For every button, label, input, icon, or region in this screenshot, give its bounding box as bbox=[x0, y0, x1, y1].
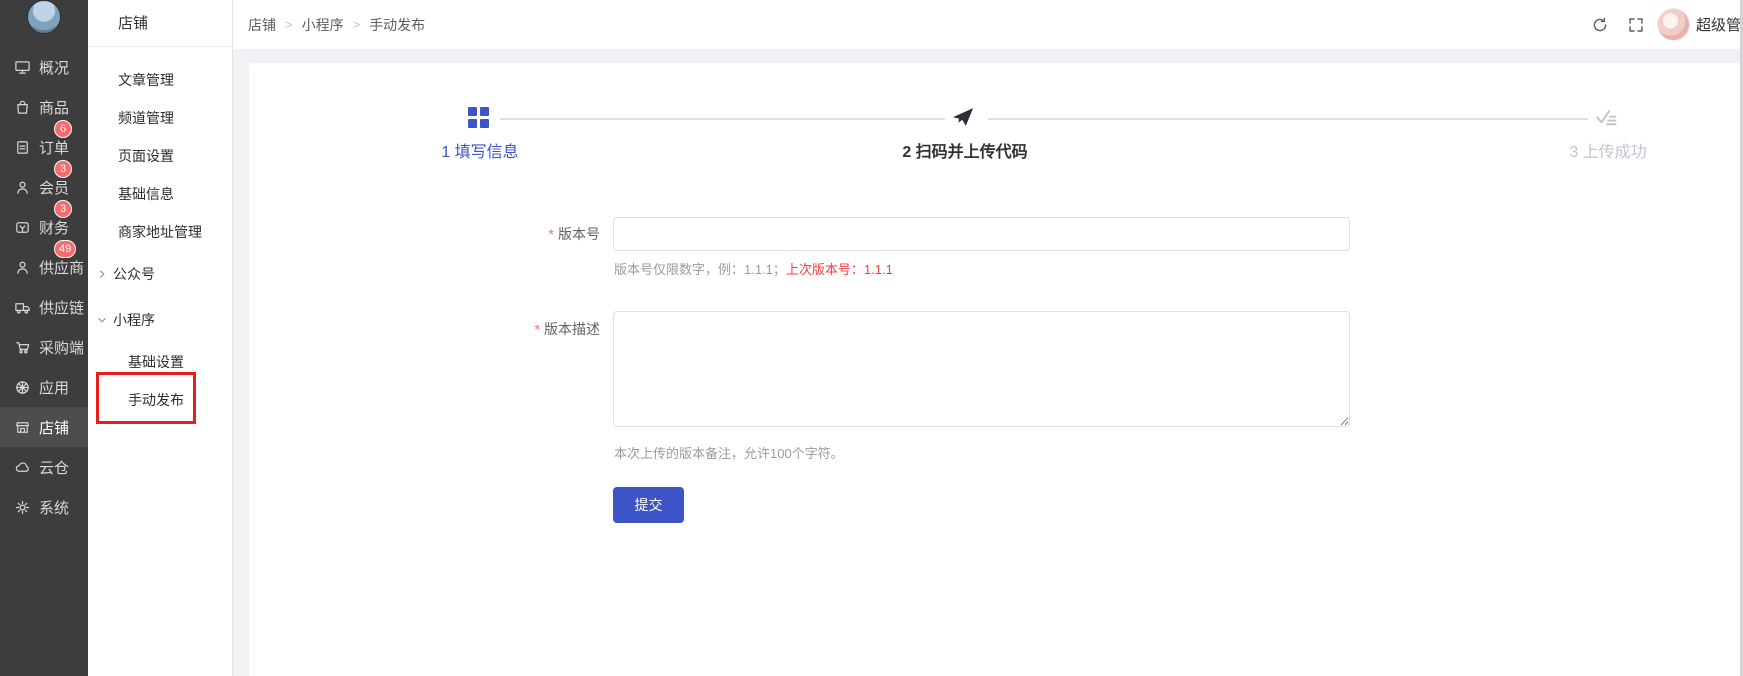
supply-chain-icon bbox=[14, 299, 31, 316]
version-hint: 版本号仅限数字，例：1.1.1；上次版本号：1.1.1 bbox=[614, 259, 893, 278]
submenu-group-mini-program[interactable]: 小程序 bbox=[88, 297, 232, 343]
step2-label: 2 扫码并上传代码 bbox=[845, 138, 1085, 162]
finance-icon bbox=[14, 219, 31, 236]
submenu-item-manual-release[interactable]: 手动发布 bbox=[88, 381, 232, 419]
chevron-down-icon bbox=[97, 315, 107, 325]
overview-icon bbox=[14, 59, 31, 76]
cloud-warehouse-icon bbox=[14, 459, 31, 476]
secondary-menu: 店铺 文章管理 频道管理 页面设置 基础信息 商家地址管理 公众号 小程序 基础… bbox=[88, 0, 233, 676]
breadcrumb: 店铺 > 小程序 > 手动发布 bbox=[248, 0, 425, 49]
version-label: *版本号 bbox=[449, 217, 600, 251]
sidebar-item-cloud-warehouse[interactable]: 云仓 bbox=[0, 447, 88, 487]
sidebar-item-label: 店铺 bbox=[39, 417, 69, 438]
primary-nav: 概况 商品 订单 6 会员 3 财务 3 bbox=[0, 47, 88, 527]
secondary-menu-title: 店铺 bbox=[88, 0, 232, 47]
step1-label: 1 填写信息 bbox=[360, 138, 600, 162]
required-asterisk: * bbox=[549, 226, 554, 242]
finance-badge: 3 bbox=[54, 200, 72, 218]
chevron-right-icon bbox=[97, 269, 107, 279]
submit-button[interactable]: 提交 bbox=[613, 487, 684, 523]
submenu-item-basic-settings[interactable]: 基础设置 bbox=[88, 343, 232, 381]
description-textarea[interactable] bbox=[613, 311, 1350, 427]
content-card: 1 填写信息 2 扫码并上传代码 3 上传成功 *版本号 版本号仅限数字，例：1… bbox=[249, 63, 1743, 676]
apps-icon bbox=[14, 379, 31, 396]
orders-badge: 6 bbox=[54, 120, 72, 138]
sidebar-item-apps[interactable]: 应用 bbox=[0, 367, 88, 407]
sidebar-item-goods[interactable]: 商品 bbox=[0, 87, 88, 127]
breadcrumb-separator: > bbox=[285, 17, 293, 32]
system-icon bbox=[14, 499, 31, 516]
submenu-item-article-management[interactable]: 文章管理 bbox=[88, 61, 232, 99]
step3-label: 3 上传成功 bbox=[1488, 138, 1728, 162]
sidebar-item-label: 财务 bbox=[39, 217, 69, 238]
orders-icon bbox=[14, 139, 31, 156]
submenu-item-merchant-address[interactable]: 商家地址管理 bbox=[88, 213, 232, 251]
procurement-icon bbox=[14, 339, 31, 356]
required-asterisk: * bbox=[535, 321, 540, 337]
submenu-item-page-settings[interactable]: 页面设置 bbox=[88, 137, 232, 175]
step-connector bbox=[500, 118, 945, 120]
main-content: 1 填写信息 2 扫码并上传代码 3 上传成功 *版本号 版本号仅限数字，例：1… bbox=[233, 49, 1743, 676]
breadcrumb-item-shop[interactable]: 店铺 bbox=[248, 15, 276, 35]
app-window: 概况 商品 订单 6 会员 3 财务 3 bbox=[0, 0, 1743, 676]
sidebar-item-label: 供应商 bbox=[39, 257, 84, 278]
breadcrumb-item-manual-release: 手动发布 bbox=[369, 15, 425, 35]
step-connector bbox=[988, 118, 1588, 120]
sidebar-item-procurement[interactable]: 采购端 bbox=[0, 327, 88, 367]
top-bar: 店铺 > 小程序 > 手动发布 超级管 bbox=[233, 0, 1743, 49]
sidebar-item-finance[interactable]: 财务 3 bbox=[0, 207, 88, 247]
members-badge: 3 bbox=[54, 160, 72, 178]
sidebar-item-label: 采购端 bbox=[39, 337, 84, 358]
last-version-hint: 上次版本号：1.1.1 bbox=[786, 262, 893, 277]
supplier-icon bbox=[14, 259, 31, 276]
shop-icon bbox=[14, 419, 31, 436]
step2-paper-plane-icon bbox=[951, 105, 975, 129]
user-avatar[interactable] bbox=[1657, 8, 1690, 41]
supplier-badge: 49 bbox=[54, 240, 76, 258]
top-actions: 超级管 bbox=[1591, 0, 1741, 49]
sidebar-item-label: 概况 bbox=[39, 57, 69, 78]
sidebar-item-supplier[interactable]: 供应商 49 bbox=[0, 247, 88, 287]
breadcrumb-separator: > bbox=[353, 17, 361, 32]
refresh-icon[interactable] bbox=[1591, 16, 1609, 34]
sidebar-item-supply-chain[interactable]: 供应链 bbox=[0, 287, 88, 327]
fullscreen-icon[interactable] bbox=[1627, 16, 1645, 34]
sidebar-item-orders[interactable]: 订单 6 bbox=[0, 127, 88, 167]
version-input[interactable] bbox=[613, 217, 1350, 251]
sidebar-item-label: 商品 bbox=[39, 97, 69, 118]
description-label: *版本描述 bbox=[449, 317, 600, 341]
sidebar-item-system[interactable]: 系统 bbox=[0, 487, 88, 527]
user-name[interactable]: 超级管 bbox=[1696, 14, 1741, 35]
step3-checklist-icon bbox=[1594, 106, 1618, 130]
submenu-group-official-account[interactable]: 公众号 bbox=[88, 251, 232, 297]
sidebar-item-label: 云仓 bbox=[39, 457, 69, 478]
workspace-avatar[interactable] bbox=[27, 0, 61, 34]
submenu-item-basic-info[interactable]: 基础信息 bbox=[88, 175, 232, 213]
breadcrumb-item-mini-program[interactable]: 小程序 bbox=[302, 15, 344, 35]
members-icon bbox=[14, 179, 31, 196]
sidebar-item-shop[interactable]: 店铺 bbox=[0, 407, 88, 447]
sidebar-item-label: 应用 bbox=[39, 377, 69, 398]
submenu-item-channel-management[interactable]: 频道管理 bbox=[88, 99, 232, 137]
sidebar-item-label: 系统 bbox=[39, 497, 69, 518]
primary-sidebar: 概况 商品 订单 6 会员 3 财务 3 bbox=[0, 0, 88, 676]
sidebar-item-members[interactable]: 会员 3 bbox=[0, 167, 88, 207]
sidebar-item-label: 订单 bbox=[39, 137, 69, 158]
sidebar-item-label: 供应链 bbox=[39, 297, 84, 318]
sidebar-item-label: 会员 bbox=[39, 177, 69, 198]
secondary-menu-list: 文章管理 频道管理 页面设置 基础信息 商家地址管理 公众号 小程序 基础设置 … bbox=[88, 47, 232, 419]
description-hint: 本次上传的版本备注，允许100个字符。 bbox=[614, 443, 844, 462]
goods-icon bbox=[14, 99, 31, 116]
sidebar-item-overview[interactable]: 概况 bbox=[0, 47, 88, 87]
step1-grid-icon bbox=[468, 107, 489, 128]
